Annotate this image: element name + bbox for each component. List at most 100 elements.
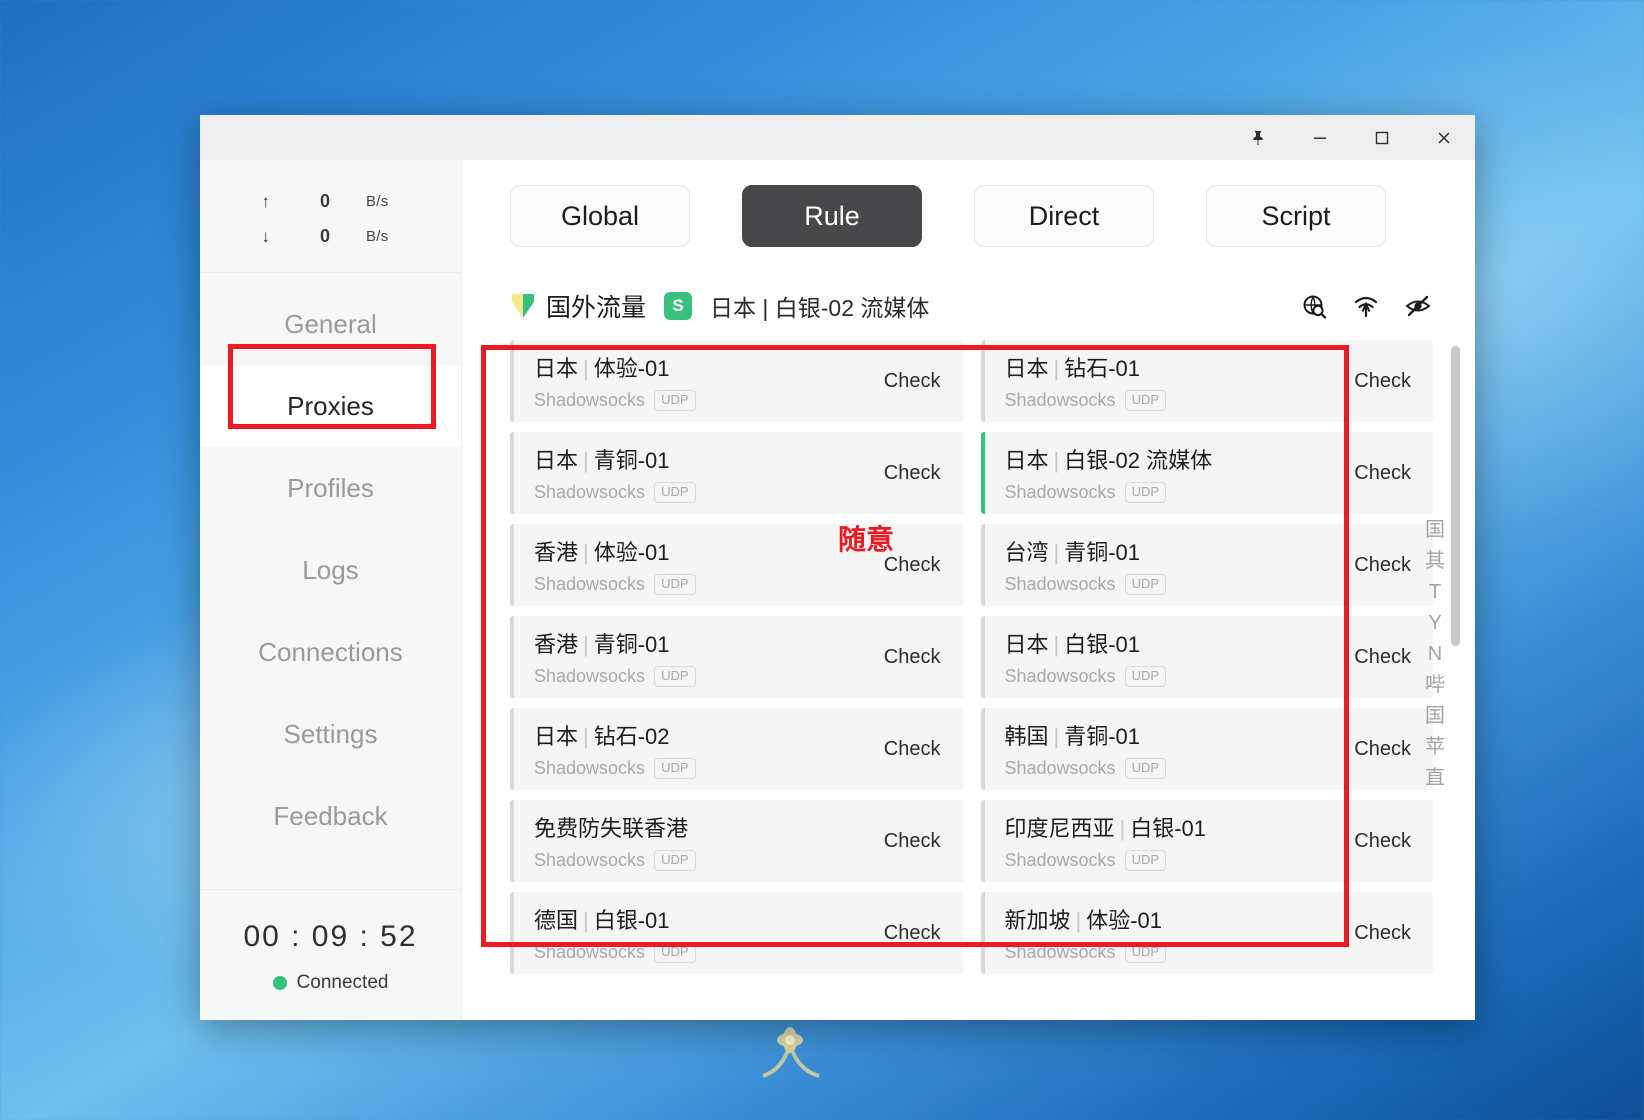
group-index-rail[interactable]: 国其TYN哔国苹直: [1425, 520, 1445, 788]
upload-arrow-icon: ↑: [200, 192, 270, 212]
group-index-letter[interactable]: 其: [1425, 551, 1445, 571]
proxy-list-wrapper: 日本|体验-01ShadowsocksUDPCheck日本|钻石-01Shado…: [462, 340, 1475, 1020]
udp-badge: UDP: [654, 850, 695, 871]
proxy-item-name: 新加坡|体验-01: [1005, 903, 1341, 935]
proxy-item-info: 日本|钻石-01ShadowsocksUDP: [1005, 351, 1341, 411]
proxy-check-button[interactable]: Check: [870, 462, 941, 485]
app-window: ↑ 0 B/s ↓ 0 B/s General Proxies Profiles…: [200, 115, 1475, 1020]
proxy-item-name: 台湾|青铜-01: [1005, 535, 1341, 567]
proxy-item[interactable]: 日本|体验-01ShadowsocksUDPCheck: [510, 340, 963, 422]
group-index-letter[interactable]: 国: [1425, 706, 1445, 726]
minimize-icon[interactable]: [1289, 115, 1351, 160]
group-index-letter[interactable]: N: [1428, 644, 1442, 664]
proxy-item-meta: ShadowsocksUDP: [1005, 666, 1341, 687]
proxy-item[interactable]: 日本|白银-01ShadowsocksUDPCheck: [981, 616, 1434, 698]
traffic-meter: ↑ 0 B/s ↓ 0 B/s: [200, 160, 461, 273]
udp-badge: UDP: [1125, 942, 1166, 963]
mode-tab-bar: Global Rule Direct Script: [462, 160, 1475, 272]
sidebar-label-profiles: Profiles: [287, 473, 374, 504]
close-icon[interactable]: [1413, 115, 1475, 160]
sidebar-item-feedback[interactable]: Feedback: [200, 775, 461, 857]
proxy-item-protocol: Shadowsocks: [534, 666, 645, 687]
proxy-check-button[interactable]: Check: [1340, 554, 1411, 577]
sidebar-item-general[interactable]: General: [200, 283, 461, 365]
sidebar-item-settings[interactable]: Settings: [200, 693, 461, 775]
udp-badge: UDP: [1125, 482, 1166, 503]
group-index-letter[interactable]: 直: [1425, 768, 1445, 788]
proxy-check-button[interactable]: Check: [1340, 738, 1411, 761]
udp-badge: UDP: [654, 574, 695, 595]
scrollbar-thumb[interactable]: [1451, 346, 1460, 646]
status-dot-icon: [273, 976, 287, 990]
proxy-check-button[interactable]: Check: [1340, 462, 1411, 485]
proxy-item[interactable]: 香港|青铜-01ShadowsocksUDPCheck: [510, 616, 963, 698]
proxy-item-protocol: Shadowsocks: [1005, 574, 1116, 595]
proxy-check-button[interactable]: Check: [870, 830, 941, 853]
desktop-wallpaper-flower-icon: [745, 1010, 835, 1090]
proxy-check-button[interactable]: Check: [1340, 646, 1411, 669]
tab-global[interactable]: Global: [510, 185, 690, 247]
sidebar-item-profiles[interactable]: Profiles: [200, 447, 461, 529]
download-traffic-row: ↓ 0 B/s: [200, 219, 461, 254]
group-index-letter[interactable]: Y: [1428, 613, 1441, 633]
proxy-check-button[interactable]: Check: [870, 738, 941, 761]
proxy-item-info: 日本|白银-01ShadowsocksUDP: [1005, 627, 1341, 687]
proxy-group-name: 国外流量: [546, 288, 646, 324]
proxy-item[interactable]: 日本|钻石-01ShadowsocksUDPCheck: [981, 340, 1434, 422]
group-actions: [1301, 293, 1445, 319]
proxy-item[interactable]: 新加坡|体验-01ShadowsocksUDPCheck: [981, 892, 1434, 974]
proxy-item[interactable]: 韩国|青铜-01ShadowsocksUDPCheck: [981, 708, 1434, 790]
proxy-check-button[interactable]: Check: [870, 554, 941, 577]
proxy-item[interactable]: 印度尼西亚|白银-01ShadowsocksUDPCheck: [981, 800, 1434, 882]
proxy-item-info: 香港|体验-01ShadowsocksUDP: [534, 535, 870, 595]
proxy-item-info: 日本|体验-01ShadowsocksUDP: [534, 351, 870, 411]
sidebar-nav: General Proxies Profiles Logs Connection…: [200, 273, 461, 889]
pin-icon[interactable]: [1227, 115, 1289, 160]
tab-script[interactable]: Script: [1206, 185, 1386, 247]
proxy-item-info: 韩国|青铜-01ShadowsocksUDP: [1005, 719, 1341, 779]
udp-badge: UDP: [654, 942, 695, 963]
tab-rule[interactable]: Rule: [742, 185, 922, 247]
proxy-item-meta: ShadowsocksUDP: [1005, 390, 1341, 411]
udp-badge: UDP: [654, 482, 695, 503]
proxy-check-button[interactable]: Check: [870, 370, 941, 393]
proxy-item-info: 新加坡|体验-01ShadowsocksUDP: [1005, 903, 1341, 963]
upload-unit: B/s: [330, 193, 389, 210]
proxy-item-protocol: Shadowsocks: [534, 390, 645, 411]
group-index-letter[interactable]: 哔: [1425, 675, 1445, 695]
proxy-item[interactable]: 日本|青铜-01ShadowsocksUDPCheck: [510, 432, 963, 514]
proxy-group-header[interactable]: 国外流量 S 日本 | 白银-02 流媒体: [462, 272, 1475, 340]
proxy-check-button[interactable]: Check: [870, 922, 941, 945]
proxy-item-protocol: Shadowsocks: [1005, 482, 1116, 503]
proxy-item[interactable]: 香港|体验-01ShadowsocksUDPCheck: [510, 524, 963, 606]
group-index-letter[interactable]: 苹: [1425, 737, 1445, 757]
group-index-letter[interactable]: 国: [1425, 520, 1445, 540]
proxy-item-info: 日本|青铜-01ShadowsocksUDP: [534, 443, 870, 503]
hide-eye-icon[interactable]: [1405, 293, 1431, 319]
proxy-item-name: 印度尼西亚|白银-01: [1005, 811, 1341, 843]
proxy-check-button[interactable]: Check: [1340, 922, 1411, 945]
tab-direct[interactable]: Direct: [974, 185, 1154, 247]
proxy-list-scrollbar[interactable]: [1441, 340, 1475, 1020]
speed-test-icon[interactable]: [1353, 293, 1379, 319]
download-value: 0: [270, 226, 330, 247]
maximize-icon[interactable]: [1351, 115, 1413, 160]
group-index-letter[interactable]: T: [1429, 582, 1441, 602]
proxy-check-button[interactable]: Check: [1340, 830, 1411, 853]
sidebar-item-connections[interactable]: Connections: [200, 611, 461, 693]
sidebar-label-logs: Logs: [302, 555, 358, 586]
location-search-icon[interactable]: [1301, 293, 1327, 319]
sidebar-item-logs[interactable]: Logs: [200, 529, 461, 611]
proxy-item[interactable]: 台湾|青铜-01ShadowsocksUDPCheck: [981, 524, 1434, 606]
proxy-item[interactable]: 日本|白银-02 流媒体ShadowsocksUDPCheck: [981, 432, 1434, 514]
proxy-item[interactable]: 德国|白银-01ShadowsocksUDPCheck: [510, 892, 963, 974]
udp-badge: UDP: [1125, 758, 1166, 779]
proxy-check-button[interactable]: Check: [870, 646, 941, 669]
proxy-item-meta: ShadowsocksUDP: [534, 574, 870, 595]
download-arrow-icon: ↓: [200, 227, 270, 247]
sidebar-item-proxies[interactable]: Proxies: [200, 365, 461, 447]
proxy-item[interactable]: 日本|钻石-02ShadowsocksUDPCheck: [510, 708, 963, 790]
proxy-item-info: 日本|钻石-02ShadowsocksUDP: [534, 719, 870, 779]
proxy-check-button[interactable]: Check: [1340, 370, 1411, 393]
proxy-item[interactable]: 免费防失联香港ShadowsocksUDPCheck: [510, 800, 963, 882]
